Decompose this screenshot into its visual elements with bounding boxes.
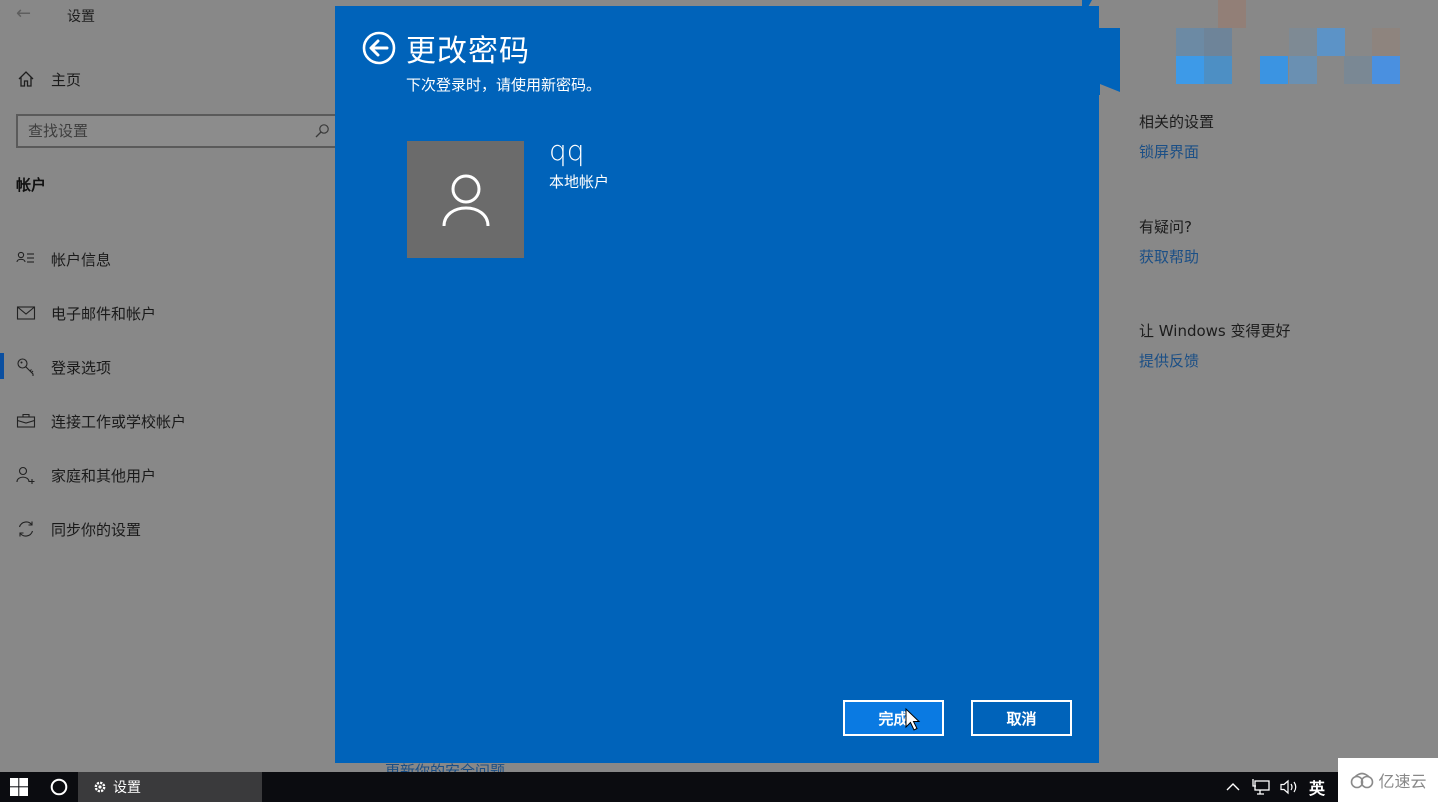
watermark: 亿速云 [1338,758,1438,802]
blurred-image [1176,0,1406,90]
taskbar: 设置 英 [0,772,1438,802]
sidebar-item-sign-in-options[interactable]: 登录选项 [0,340,340,394]
mail-icon [16,306,36,320]
sidebar-item-sync-settings[interactable]: 同步你的设置 [0,502,340,556]
add-person-icon [16,466,35,484]
circle-arrow-left-icon[interactable] [362,31,396,65]
app-title: 设置 [67,9,95,25]
gear-icon [94,781,106,793]
windows-logo-icon [10,778,28,796]
sidebar-item-label: 帐户信息 [51,250,112,269]
home-icon [18,71,34,87]
volume-icon[interactable] [1279,779,1301,795]
cancel-button[interactable]: 取消 [971,700,1072,736]
cortana-button[interactable] [40,772,78,802]
watermark-text: 亿速云 [1378,772,1427,791]
sidebar-item-family-users[interactable]: 家庭和其他用户 [0,448,340,502]
search-input[interactable] [18,116,336,146]
finish-button[interactable]: 完成 [843,700,944,736]
briefcase-icon [16,413,36,428]
key-icon [17,358,34,376]
change-password-dialog: 更改密码 下次登录时，请使用新密码。 qq 本地帐户 完成 取消 [335,6,1099,763]
ime-indicator[interactable]: 英 [1309,775,1325,799]
sidebar-item-label: 登录选项 [51,358,112,377]
account-type: 本地帐户 [549,173,610,191]
avatar [407,141,524,258]
search-box[interactable] [16,114,338,148]
improve-windows-title: 让 Windows 变得更好 [1139,322,1291,340]
sidebar-item-email-accounts[interactable]: 电子邮件和帐户 [0,286,340,340]
dialog-title: 更改密码 [406,34,530,69]
person-icon [442,174,489,226]
sidebar-item-label: 同步你的设置 [51,520,142,539]
related-settings-title: 相关的设置 [1139,113,1215,131]
sidebar-item-label: 家庭和其他用户 [51,466,157,485]
sidebar-item-label: 连接工作或学校帐户 [51,412,187,431]
account-info-icon [16,251,34,263]
sidebar-nav: 帐户信息 电子邮件和帐户 登录选项 连接工作或学校帐户 家庭和其他用户 同步你的… [0,232,340,556]
sidebar-item-home[interactable]: 主页 [16,66,81,92]
feedback-link[interactable]: 提供反馈 [1139,350,1199,371]
section-header-accounts: 帐户 [16,176,47,194]
arrow-left-icon[interactable]: ← [16,4,36,24]
sidebar-item-work-school[interactable]: 连接工作或学校帐户 [0,394,340,448]
taskbar-app-label: 设置 [113,780,141,796]
chevron-up-icon[interactable] [1225,781,1241,793]
start-button[interactable] [0,772,38,802]
cortana-circle-icon [50,778,68,796]
sync-icon [18,521,34,537]
user-name: qq [549,134,585,167]
lock-screen-link[interactable]: 锁屏界面 [1139,141,1199,162]
system-tray: 英 [1225,772,1325,802]
search-icon[interactable] [314,123,330,139]
title-bar: ← 设置 [0,0,340,32]
sidebar-item-account-info[interactable]: 帐户信息 [0,232,340,286]
dialog-subtitle: 下次登录时，请使用新密码。 [406,76,602,94]
cloud-logo-icon [1351,772,1374,789]
taskbar-app-settings[interactable]: 设置 [78,772,262,802]
home-label: 主页 [51,70,82,89]
sidebar-item-label: 电子邮件和帐户 [51,304,157,323]
questions-title: 有疑问? [1139,218,1192,236]
network-icon[interactable] [1251,778,1271,796]
get-help-link[interactable]: 获取帮助 [1139,246,1199,267]
mouse-cursor-icon [905,708,921,731]
